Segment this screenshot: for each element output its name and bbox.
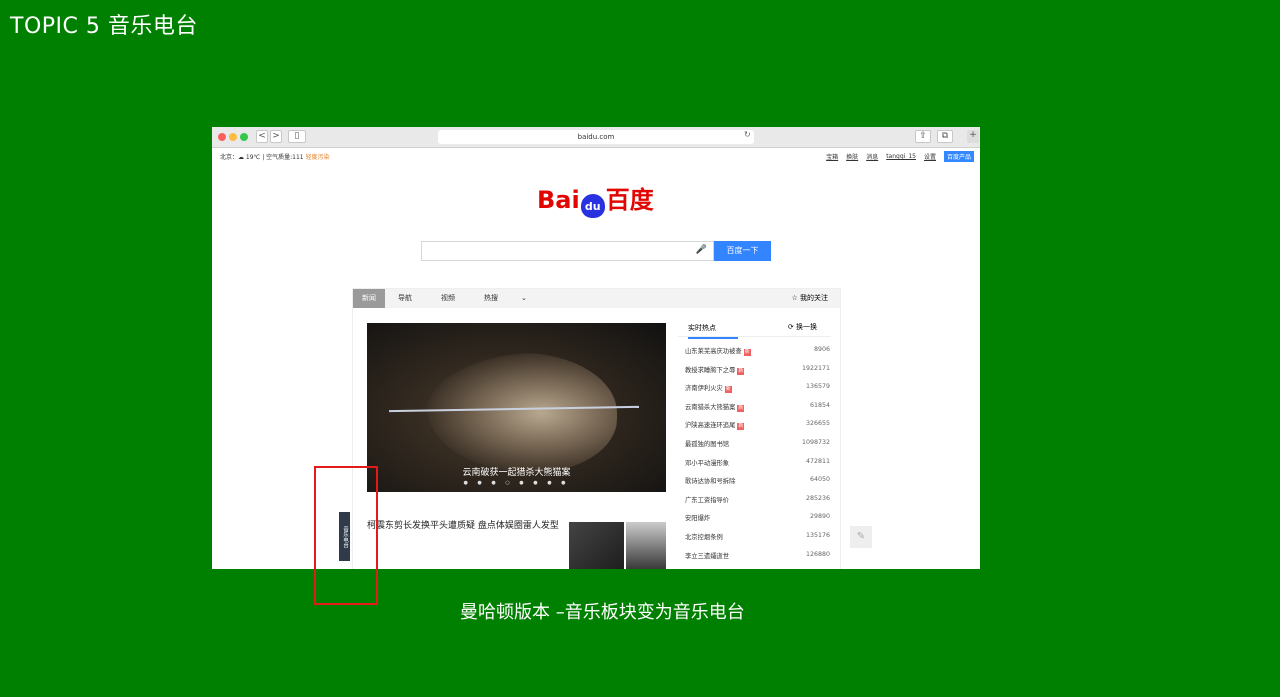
news-headline[interactable]: 柯震东剪长发换平头遭质疑 盘点体娱圈雷人发型 (367, 521, 563, 532)
hot-item[interactable]: 邓小平动漫形象 472811 (685, 458, 830, 477)
new-badge: 新 (743, 349, 751, 356)
hot-item-title[interactable]: 邓小平动漫形象 (685, 460, 729, 467)
hot-item-title[interactable]: 广东工资指导价 (685, 497, 729, 504)
hot-item-count: 64050 (809, 476, 830, 484)
hot-item-count: 135176 (805, 531, 830, 539)
new-badge: 新 (724, 386, 732, 394)
hot-item[interactable]: 山东莱芜高庆功被查新 8906 (685, 346, 830, 365)
hot-header: 实时热点 ⟳ 换一换 (678, 319, 831, 339)
hot-item-title[interactable]: 云南猎杀大熊猫案 (685, 404, 735, 411)
highlight-box (314, 466, 378, 605)
hot-item-title[interactable]: 沪陕高速连环追尾 (685, 422, 735, 429)
link-skin[interactable]: 换肤 (846, 152, 858, 161)
share-icon[interactable]: ⇧ (915, 130, 931, 143)
news-image[interactable]: 云南破获一起猎杀大熊猫案 ● ● ● ○ ● ● ● ● (367, 323, 666, 492)
hot-item-count: 1098732 (801, 438, 830, 446)
hot-item-count: 8906 (813, 346, 830, 353)
search-button[interactable]: 百度一下 (714, 241, 771, 261)
address-bar[interactable]: baidu.com (438, 130, 754, 144)
hot-item-title[interactable]: 北京控烟条例 (685, 534, 723, 541)
my-follow-link[interactable]: ☆ 我的关注 (791, 289, 828, 308)
products-button[interactable]: 百度产品 (943, 151, 974, 162)
top-links: 宝箱 换肤 消息 tangqi_15 设置 百度产品 (826, 151, 974, 162)
new-badge: 新 (737, 423, 745, 431)
hot-item-count: 136579 (805, 383, 830, 391)
tab-video[interactable]: 视频 (441, 289, 455, 308)
carousel-dots[interactable]: ● ● ● ○ ● ● ● ● (367, 480, 666, 486)
link-settings[interactable]: 设置 (924, 152, 936, 161)
paw-icon: du (580, 194, 605, 218)
link-user[interactable]: tangqi_15 (886, 153, 916, 160)
more-tabs-icon[interactable]: ⌄ (521, 289, 527, 308)
link-treasure[interactable]: 宝箱 (826, 152, 838, 161)
search-input[interactable]: 🎤 (421, 241, 714, 261)
hot-item[interactable]: 李立三遗孀逝世 126880 (685, 551, 830, 569)
hot-item[interactable]: 广东工资指导价 285236 (685, 495, 830, 514)
headline-thumbnail-2[interactable] (626, 522, 666, 569)
tab-navigation[interactable]: 导航 (398, 289, 412, 308)
baidu-topbar: 北京：☁ 19℃ | 空气质量:111 轻度污染 宝箱 换肤 消息 tangqi… (212, 148, 980, 162)
sidebar-button[interactable]: ▯ (288, 130, 306, 143)
minimize-dot[interactable] (229, 133, 237, 141)
hot-item-count: 285236 (805, 494, 830, 502)
hot-item[interactable]: 歌诗达协和号拆除 64050 (685, 476, 830, 495)
hot-title: 实时热点 (688, 323, 738, 339)
hot-item[interactable]: 教授求睡胯下之辱新 1922171 (685, 365, 830, 384)
zoom-dot[interactable] (240, 133, 248, 141)
hot-item-title[interactable]: 山东莱芜高庆功被查 (685, 348, 742, 355)
hot-item[interactable]: 沪陕高速连环追尾新 326655 (685, 420, 830, 439)
hot-item-count: 29890 (809, 513, 830, 521)
hot-item-count: 126880 (805, 550, 830, 558)
back-button[interactable]: < (256, 130, 268, 143)
hot-list: 山东莱芜高庆功被查新 8906 教授求睡胯下之辱新 1922171 济南伊利火灾新 136… (685, 346, 830, 569)
close-dot[interactable] (218, 133, 226, 141)
reload-icon[interactable]: ↻ (744, 130, 751, 139)
tab-hot[interactable]: 热搜 (484, 289, 498, 308)
hot-item-title[interactable]: 济南伊利火灾 (685, 385, 723, 392)
hot-item-title[interactable]: 最孤独的图书馆 (685, 441, 729, 448)
tab-news[interactable]: 新闻 (353, 289, 385, 308)
slide-caption: 曼哈顿版本 –音乐板块变为音乐电台 (460, 602, 745, 623)
weather-info: 北京：☁ 19℃ | 空气质量:111 轻度污染 (220, 154, 330, 161)
edit-icon[interactable]: ✎ (850, 526, 872, 548)
hot-item-count: 472811 (805, 457, 830, 465)
hot-item[interactable]: 最孤独的图书馆 1098732 (685, 439, 830, 458)
hot-item-title[interactable]: 教授求睡胯下之辱 (685, 367, 735, 374)
new-badge: 新 (737, 367, 745, 375)
hot-item[interactable]: 北京控烟条例 135176 (685, 532, 830, 551)
topic-title: TOPIC 5 音乐电台 (10, 14, 198, 39)
hot-item[interactable]: 安阳爆炸 29890 (685, 513, 830, 532)
hot-item[interactable]: 济南伊利火灾新 136579 (685, 383, 830, 402)
baidu-logo[interactable]: Bai du 百度 (537, 180, 654, 218)
hot-item-count: 1922171 (801, 364, 830, 372)
headline-thumbnail-1[interactable] (569, 522, 624, 569)
hot-item-title[interactable]: 歌诗达协和号拆除 (685, 478, 735, 485)
hot-item-count: 326655 (805, 420, 830, 428)
link-messages[interactable]: 消息 (866, 152, 878, 161)
feed-tabs: 新闻 导航 视频 热搜 ⌄ ☆ 我的关注 (353, 289, 840, 308)
forward-button[interactable]: > (270, 130, 282, 143)
microphone-icon[interactable]: 🎤 (696, 245, 707, 255)
new-badge: 新 (737, 404, 745, 412)
hot-item-count: 61854 (809, 401, 830, 409)
news-feed: 新闻 导航 视频 热搜 ⌄ ☆ 我的关注 云南破获一起猎杀大熊猫案 ● ● ● … (352, 288, 841, 569)
hot-item-title[interactable]: 李立三遗孀逝世 (685, 553, 729, 560)
browser-chrome: < > ▯ baidu.com ↻ ⇧ ⧉ + (212, 127, 980, 148)
image-caption: 云南破获一起猎杀大熊猫案 (462, 468, 571, 478)
tabs-icon[interactable]: ⧉ (937, 130, 953, 143)
new-tab-icon[interactable]: + (967, 130, 979, 143)
hot-item-title[interactable]: 安阳爆炸 (685, 515, 710, 522)
hot-item[interactable]: 云南猎杀大熊猫案新 61854 (685, 402, 830, 421)
refresh-link[interactable]: ⟳ 换一换 (788, 322, 817, 332)
